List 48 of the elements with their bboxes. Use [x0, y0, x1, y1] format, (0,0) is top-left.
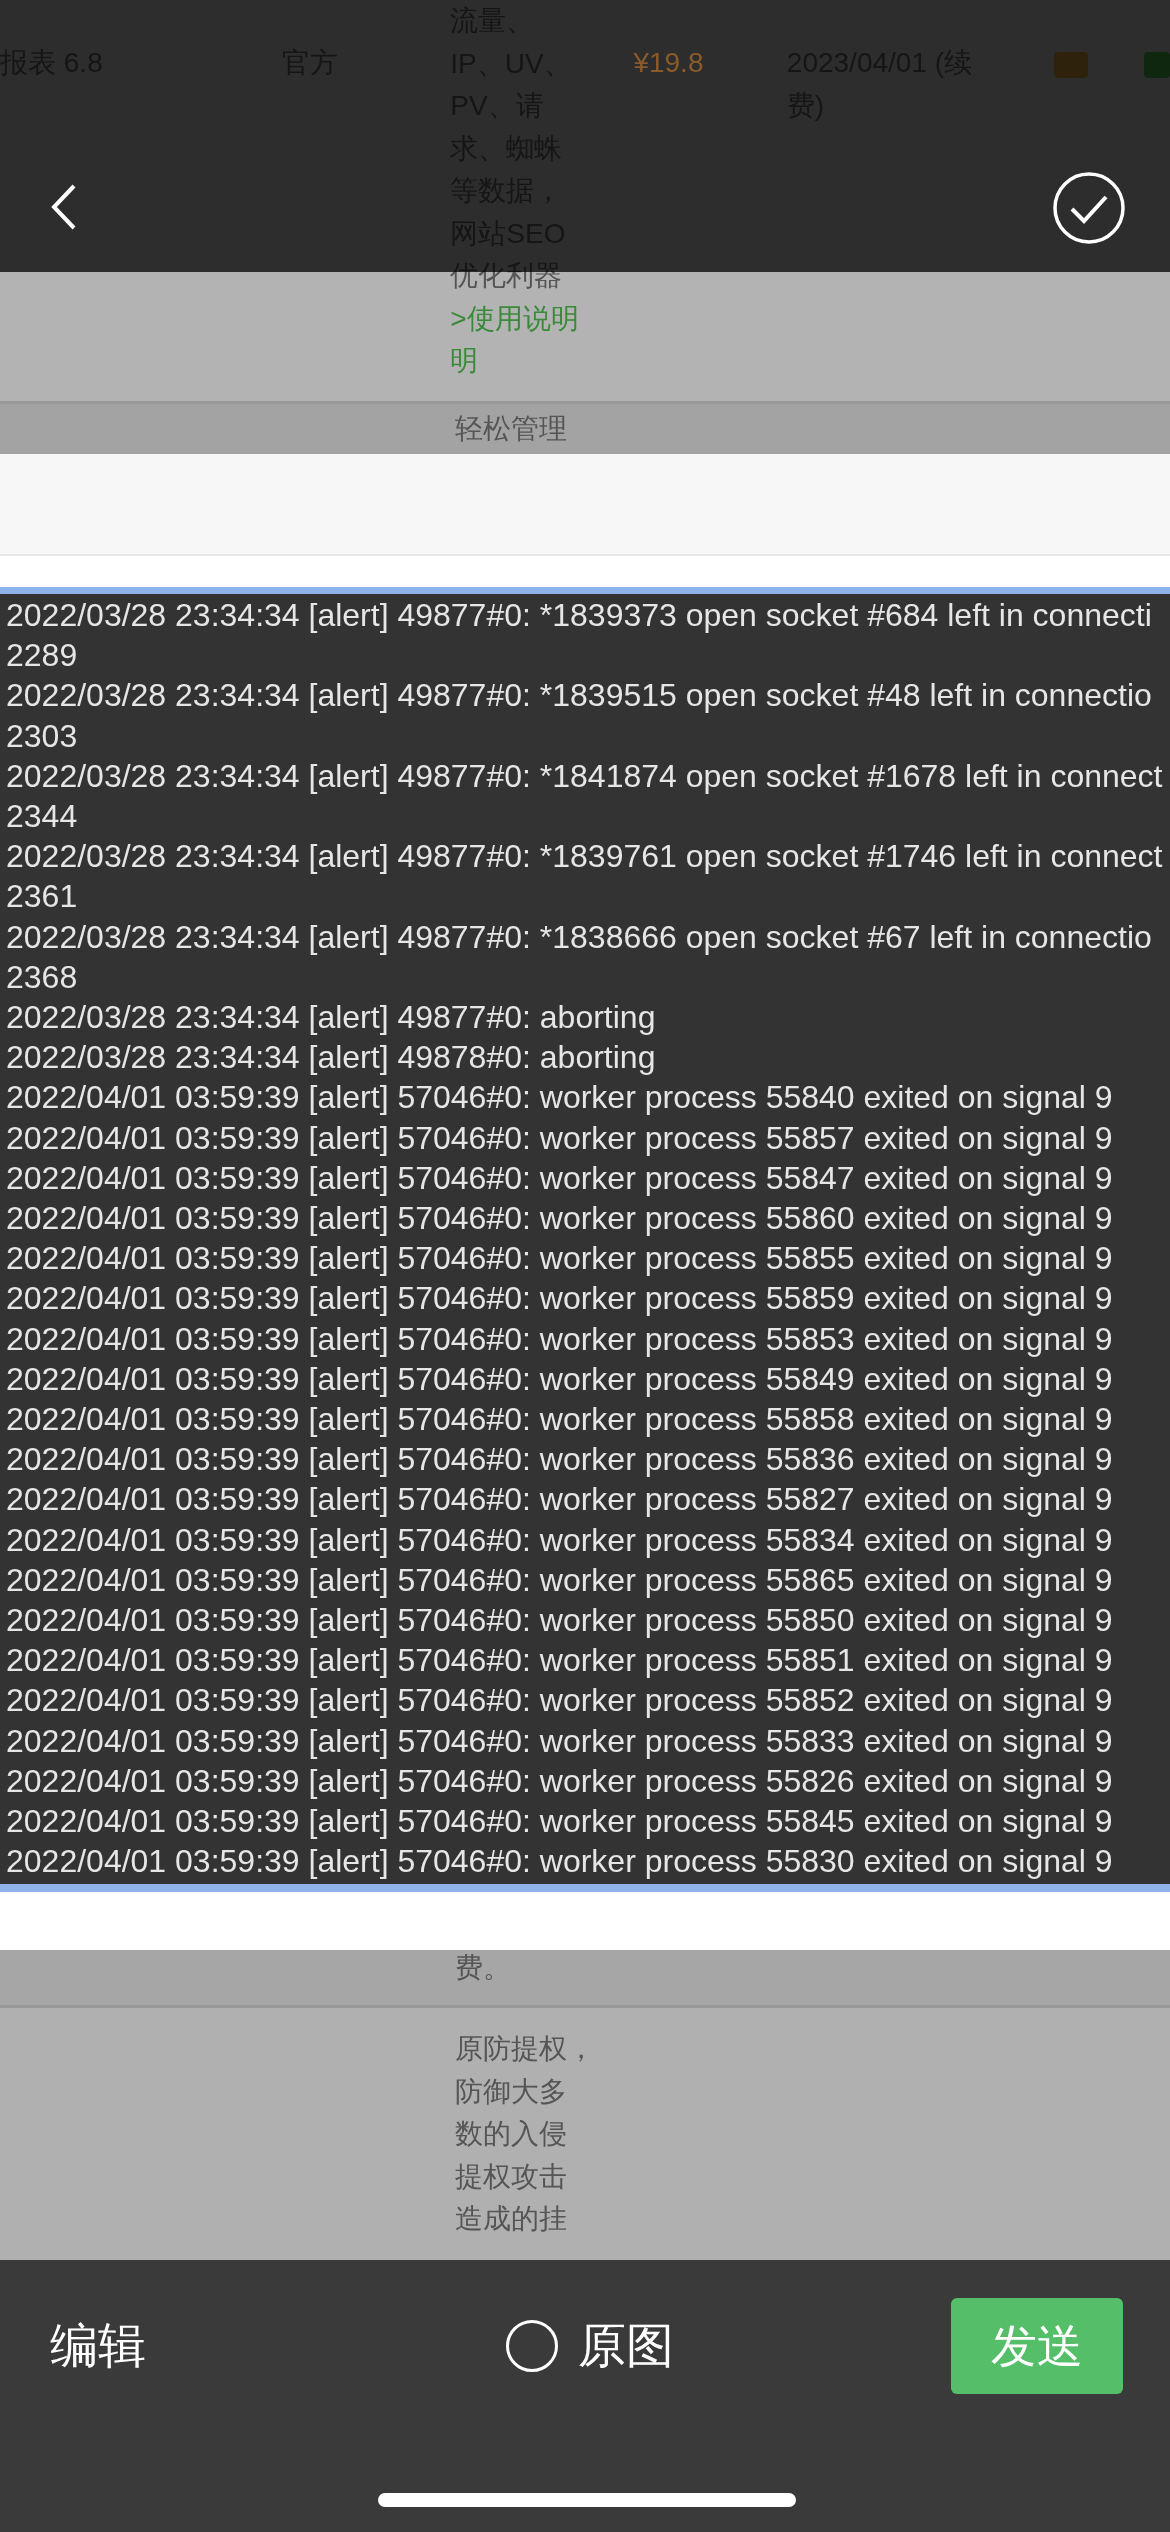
log-line: 2289 [6, 636, 79, 676]
log-line: 2022/03/28 23:34:34 [alert] 49877#0: aborting [6, 998, 657, 1038]
log-line: 2022/04/01 03:59:39 [alert] 57046#0: worker process 55852 exited on signal 9 [6, 1681, 1114, 1721]
log-line: 2022/04/01 03:59:39 [alert] 57046#0: worker process 55836 exited on signal 9 [6, 1440, 1114, 1480]
description-line: 造成的挂 [455, 2202, 568, 2236]
log-line: 2022/04/01 03:59:39 [alert] 57046#0: worker process 55849 exited on signal 9 [6, 1359, 1114, 1399]
log-line: 2022/03/28 23:34:34 [alert] 49877#0: *1839761 open socket #1746 left in connect [6, 837, 1164, 877]
log-line: 2022/04/01 03:59:39 [alert] 57046#0: worker process 55827 exited on signal 9 [6, 1480, 1114, 1520]
edit-button[interactable]: 编辑 [50, 2310, 146, 2382]
log-line: 2022/03/28 23:34:34 [alert] 49877#0: *1841874 open socket #1678 left in connect [6, 756, 1164, 796]
log-line: 2022/04/01 03:59:39 [alert] 57046#0: worker process 55833 exited on signal 9 [6, 1721, 1114, 1761]
log-line: 2022/04/01 03:59:39 [alert] 57046#0: worker process 55830 exited on signal 9 [6, 1842, 1114, 1882]
usage-link[interactable]: 明 [450, 340, 634, 383]
log-line: 2344 [6, 797, 79, 836]
log-line: 2022/04/01 03:59:39 [alert] 57046#0: worker process 55850 exited on signal 9 [6, 1601, 1114, 1641]
send-button[interactable]: 发送 [951, 2298, 1123, 2394]
log-line: 2022/04/01 03:59:39 [alert] 57046#0: worker process 55855 exited on signal 9 [6, 1239, 1114, 1279]
log-line: 2022/04/01 03:59:39 [alert] 57046#0: worker process 55859 exited on signal 9 [6, 1279, 1114, 1319]
log-line: 2022/03/28 23:34:34 [alert] 49877#0: *1838666 open socket #67 left in connectio [6, 917, 1153, 957]
log-line: 2022/03/28 23:34:34 [alert] 49878#0: aborting [6, 1038, 657, 1078]
log-line: 2022/03/28 23:34:34 [alert] 49877#0: *1839515 open socket #48 left in connectio [6, 676, 1153, 716]
log-line: 2022/04/01 03:59:39 [alert] 57046#0: worker process 55851 exited on signal 9 [6, 1641, 1114, 1681]
description-line: 费。 [455, 1951, 512, 1985]
log-line: 2022/04/01 03:59:39 [alert] 57046#0: worker process 55857 exited on signal 9 [6, 1118, 1114, 1158]
log-line: 2022/04/01 03:59:39 [alert] 57046#0: worker process 55860 exited on signal 9 [6, 1199, 1114, 1239]
log-line: 2303 [6, 716, 79, 756]
log-line: 2022/04/01 03:59:39 [alert] 57046#0: worker process 55845 exited on signal 9 [6, 1802, 1114, 1842]
log-line: 2022/04/01 03:59:39 [alert] 57046#0: worker process 55858 exited on signal 9 [6, 1400, 1114, 1440]
log-line: 2022/04/01 03:59:39 [alert] 57046#0: worker process 55865 exited on signal 9 [6, 1560, 1114, 1600]
check-circle-icon[interactable] [1053, 172, 1125, 244]
log-line: 2022/04/01 03:59:39 [alert] 57046#0: worker process 55847 exited on signal 9 [6, 1158, 1114, 1198]
description-line: 提权攻击 [455, 2159, 568, 2194]
log-line: 2022/04/01 03:59:39 [alert] 57046#0: worker process 55840 exited on signal 9 [6, 1078, 1114, 1118]
log-line: 2361 [6, 877, 79, 917]
description-line: 原防提权， [455, 2032, 596, 2066]
description-line: 数的入侵 [455, 2117, 568, 2151]
original-image-toggle[interactable]: 原图 [506, 2310, 674, 2382]
log-line: 2022/03/28 23:34:34 [alert] 49877#0: *1839373 open socket #684 left in connecti [6, 596, 1153, 635]
price-text: ¥19.8 [633, 46, 705, 80]
description-line: 防御大多 [455, 2074, 568, 2109]
log-line: 2022/04/01 03:59:39 [alert] 57046#0: worker process 55834 exited on signal 9 [6, 1520, 1114, 1560]
back-icon[interactable] [50, 184, 78, 230]
log-line: 2368 [6, 957, 79, 997]
log-line: 2022/04/01 03:59:39 [alert] 57046#0: worker process 55853 exited on signal 9 [6, 1319, 1114, 1359]
description-line: 轻松管理 [455, 412, 568, 446]
usage-link[interactable]: >使用说明 [450, 297, 634, 340]
home-indicator[interactable] [378, 2493, 796, 2507]
log-line: 2022/04/01 03:59:39 [alert] 57046#0: worker process 55826 exited on signal 9 [6, 1761, 1114, 1801]
